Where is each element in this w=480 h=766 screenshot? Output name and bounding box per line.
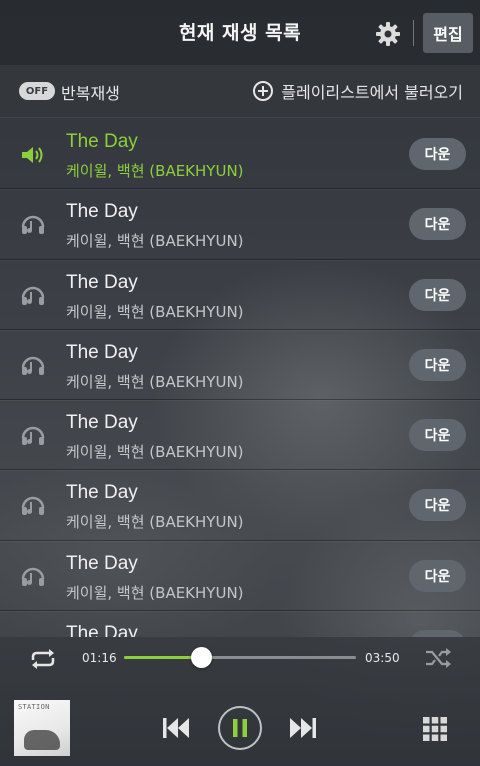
pause-icon xyxy=(233,719,247,737)
track-title: The Day xyxy=(66,482,138,504)
grid-menu-icon[interactable] xyxy=(422,716,448,742)
header-divider xyxy=(413,20,414,46)
seek-bar-progress xyxy=(124,656,201,659)
download-button[interactable]: 다운 xyxy=(409,208,466,241)
album-art-figure xyxy=(24,730,60,750)
track-artist: 케이윌, 백현 (BAEKHYUN) xyxy=(66,162,244,180)
music-note-icon xyxy=(20,425,46,447)
track-title: The Day xyxy=(66,201,138,223)
track-row[interactable]: The Day 케이윌, 백현 (BAEKHYUN) 다운 xyxy=(0,400,480,471)
repeat-label[interactable]: 반복재생 xyxy=(61,80,120,104)
load-from-playlist-label: 플레이리스트에서 불러오기 xyxy=(281,83,463,102)
total-time: 03:50 xyxy=(365,651,400,665)
pause-button[interactable] xyxy=(218,706,262,750)
plus-circle-icon xyxy=(253,81,274,101)
track-title: The Day xyxy=(66,552,138,574)
music-note-icon xyxy=(20,566,46,588)
repeat-toggle[interactable]: OFF xyxy=(19,82,55,100)
music-note-icon xyxy=(20,214,46,236)
track-row[interactable]: The Day 케이윌, 백현 (BAEKHYUN) 다운 xyxy=(0,189,480,260)
track-row[interactable]: The Day 케이윌, 백현 (BAEKHYUN) 다운 xyxy=(0,330,480,401)
track-row[interactable]: The Day 케이윌, 백현 (BAEKHYUN) 다운 xyxy=(0,470,480,541)
download-button[interactable] xyxy=(409,630,466,637)
shuffle-icon[interactable] xyxy=(424,646,452,670)
next-track-icon[interactable] xyxy=(287,715,319,741)
header-bar: 현재 재생 목록 편집 xyxy=(0,0,480,66)
track-list[interactable]: The Day 케이윌, 백현 (BAEKHYUN) 다운 The Day 케이… xyxy=(0,119,480,637)
gear-icon[interactable] xyxy=(374,20,402,48)
track-row[interactable]: The Day xyxy=(0,611,480,637)
music-note-icon xyxy=(20,285,46,307)
page-title: 현재 재생 목록 xyxy=(178,22,302,44)
track-row[interactable]: The Day 케이윌, 백현 (BAEKHYUN) 다운 xyxy=(0,119,480,190)
download-button[interactable]: 다운 xyxy=(409,278,466,311)
download-button[interactable]: 다운 xyxy=(409,348,466,381)
download-button[interactable]: 다운 xyxy=(409,559,466,592)
track-artist: 케이윌, 백현 (BAEKHYUN) xyxy=(66,302,244,321)
track-title: The Day xyxy=(66,623,138,637)
seek-bar[interactable] xyxy=(124,647,356,668)
speaker-icon xyxy=(20,144,46,166)
track-artist: 케이윌, 백현 (BAEKHYUN) xyxy=(66,232,244,251)
track-title: The Day xyxy=(66,131,138,152)
track-artist: 케이윌, 백현 (BAEKHYUN) xyxy=(66,372,244,391)
album-art[interactable]: STATION xyxy=(14,700,70,756)
track-artist: 케이윌, 백현 (BAEKHYUN) xyxy=(66,583,244,602)
music-note-icon xyxy=(20,355,46,377)
track-artist: 케이윌, 백현 (BAEKHYUN) xyxy=(66,513,244,532)
track-title: The Day xyxy=(66,341,138,363)
track-row[interactable]: The Day 케이윌, 백현 (BAEKHYUN) 다운 xyxy=(0,260,480,330)
seek-bar-handle[interactable] xyxy=(190,647,212,668)
download-button[interactable]: 다운 xyxy=(409,489,466,522)
download-button[interactable]: 다운 xyxy=(409,419,466,452)
download-button[interactable]: 다운 xyxy=(409,138,466,170)
album-art-text: STATION xyxy=(18,703,50,711)
edit-button[interactable]: 편집 xyxy=(423,13,473,53)
load-from-playlist-button[interactable]: 플레이리스트에서 불러오기 xyxy=(253,79,463,103)
track-title: The Day xyxy=(66,271,138,293)
track-row[interactable]: The Day 케이윌, 백현 (BAEKHYUN) 다운 xyxy=(0,541,480,612)
previous-track-icon[interactable] xyxy=(160,715,192,741)
track-title: The Day xyxy=(66,412,138,434)
music-note-icon xyxy=(20,495,46,517)
elapsed-time: 01:16 xyxy=(82,651,117,665)
track-artist: 케이윌, 백현 (BAEKHYUN) xyxy=(66,443,244,462)
repeat-icon[interactable] xyxy=(27,648,59,670)
